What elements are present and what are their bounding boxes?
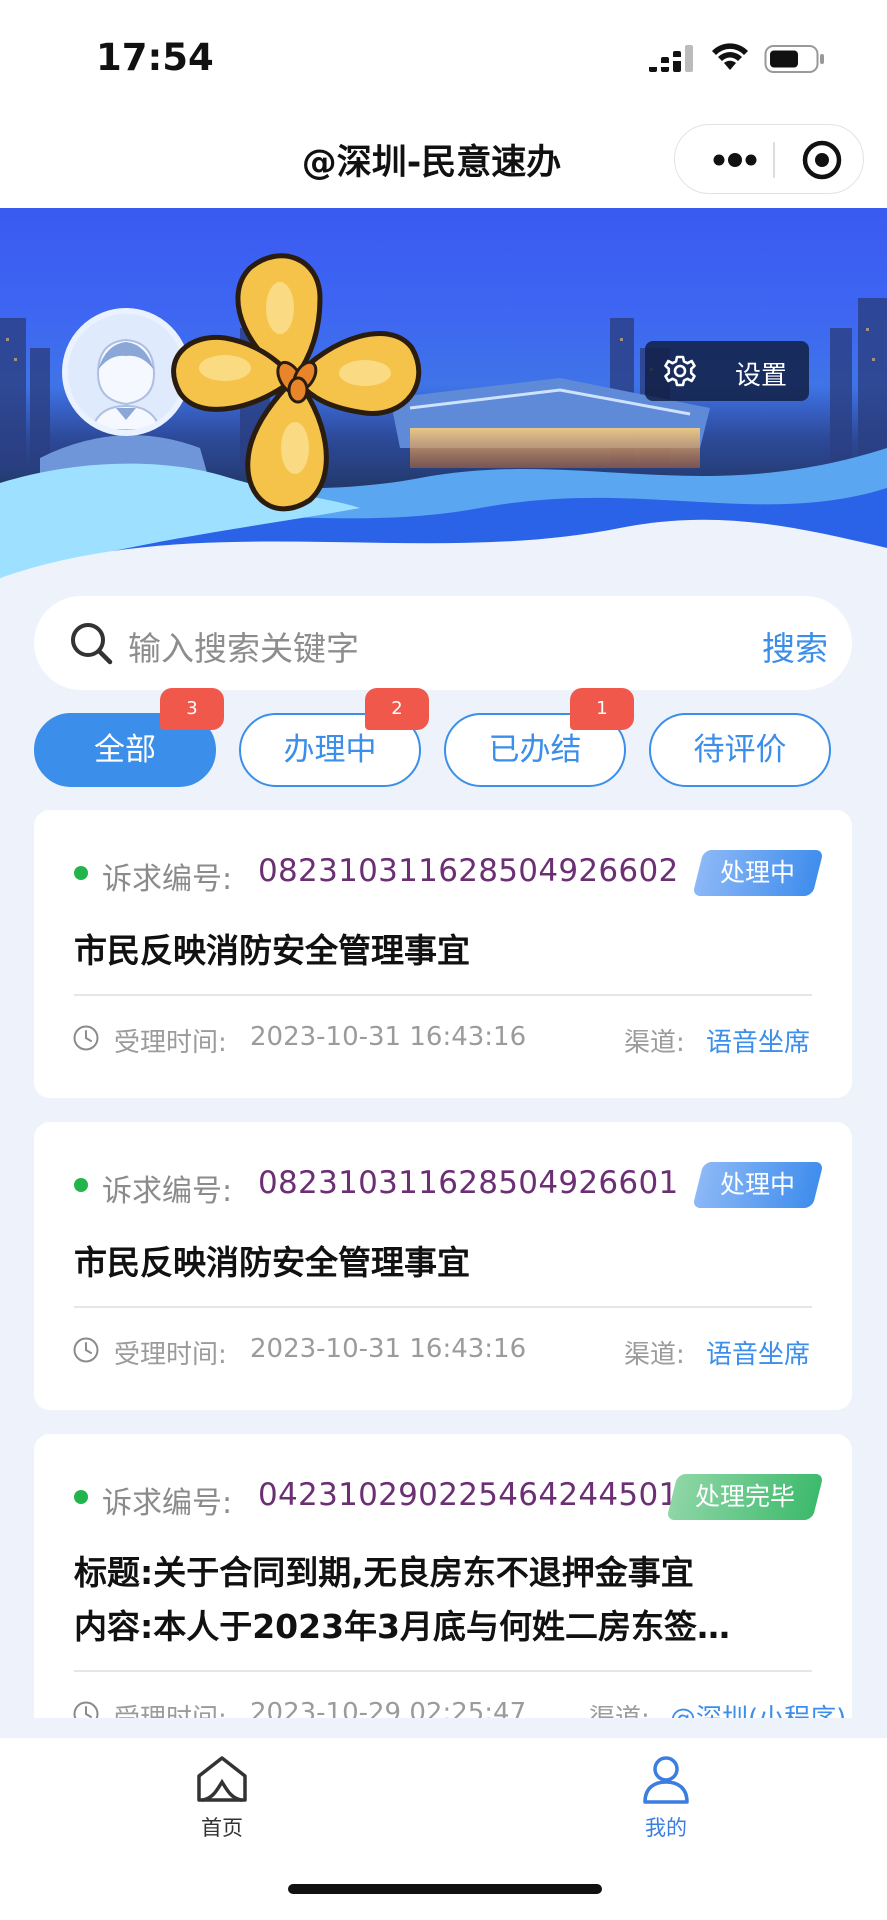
gear-icon xyxy=(664,355,696,387)
capsule-divider xyxy=(773,142,775,178)
clock-icon xyxy=(73,1337,99,1363)
status-badge: 处理完毕 xyxy=(666,1474,824,1520)
home-indicator xyxy=(288,1884,602,1894)
request-card[interactable]: 诉求编号: 08231031162850492660​1 处理中 市民反映消防安… xyxy=(34,1122,852,1410)
tabbar-home-label: 首页 xyxy=(201,1816,243,1840)
search-icon xyxy=(71,623,113,665)
status-badge: 处理中 xyxy=(692,850,824,896)
status-badge: 处理中 xyxy=(692,1162,824,1208)
nav-bar: @深圳-民意速办 xyxy=(0,110,887,208)
settings-label: 设置 xyxy=(735,361,788,391)
request-title: 标题:关于合同到期,无良房东不退押金事宜 xyxy=(74,1553,694,1592)
tabbar-home[interactable]: 首页 xyxy=(142,1754,302,1854)
profile-banner: 设置 xyxy=(0,208,887,578)
search-bar[interactable]: 输入搜索关键字 搜索 xyxy=(34,596,852,690)
request-id-label: 诉求编号: xyxy=(102,862,233,897)
accept-time: 2023-10-31 16:43:16 xyxy=(250,1334,527,1364)
status-dot xyxy=(74,1178,88,1192)
cellular-signal-icon xyxy=(649,45,693,72)
tabbar-mine-label: 我的 xyxy=(645,1816,687,1840)
clock-icon xyxy=(73,1025,99,1051)
channel-label: 渠道: xyxy=(589,1698,650,1718)
card-divider xyxy=(74,1670,812,1672)
accept-time-label: 受理时间: xyxy=(114,1340,227,1370)
channel-value: 语音坐席 xyxy=(706,1340,811,1370)
status-time: 17:54 xyxy=(96,36,214,79)
screen: 17:54 @深圳-民意速办 设置 输入搜索关键字 搜索 全部 办理中 已办结 … xyxy=(0,0,887,1920)
tab-pending-review[interactable]: 待评价 xyxy=(649,713,831,787)
request-id: 04231029022546424450​1 xyxy=(258,1477,679,1513)
status-bar: 17:54 xyxy=(0,0,887,110)
tab-all-count-badge: 3 xyxy=(160,688,224,730)
channel-label: 渠道: xyxy=(624,1340,685,1370)
settings-button[interactable]: 设置 xyxy=(645,341,809,401)
channel-value: 语音坐席 xyxy=(706,1028,811,1058)
channel-label: 渠道: xyxy=(624,1028,685,1058)
request-title: 市民反映消防安全管理事宜 xyxy=(74,1243,470,1282)
more-icon[interactable] xyxy=(705,145,765,175)
status-dot xyxy=(74,866,88,880)
clock-icon xyxy=(73,1701,99,1718)
status-dot xyxy=(74,1490,88,1504)
search-input[interactable]: 输入搜索关键字 xyxy=(128,622,359,670)
accept-time: 2023-10-29 02:25:47 xyxy=(250,1698,527,1718)
request-id-label: 诉求编号: xyxy=(102,1486,233,1521)
request-card[interactable]: 诉求编号: 08231031162850492660​2 处理中 市民反映消防安… xyxy=(34,810,852,1098)
status-badge-label: 处理完毕 xyxy=(694,1482,795,1511)
page-title: @深圳-民意速办 xyxy=(301,143,562,183)
tabbar-mine[interactable]: 我的 xyxy=(586,1754,746,1854)
status-badge-label: 处理中 xyxy=(720,1170,796,1199)
card-divider xyxy=(74,994,812,996)
request-title: 市民反映消防安全管理事宜 xyxy=(74,931,470,970)
accept-time-label: 受理时间: xyxy=(114,1698,227,1718)
flower-sticker xyxy=(171,253,422,512)
user-icon xyxy=(643,1756,689,1804)
close-miniprogram-icon[interactable] xyxy=(801,139,843,181)
request-id: 08231031162850492660​1 xyxy=(258,1165,679,1201)
home-icon xyxy=(197,1756,247,1802)
request-id-label: 诉求编号: xyxy=(102,1174,233,1209)
search-button[interactable]: 搜索 xyxy=(762,622,828,670)
channel-value: @深圳(小程序) xyxy=(670,1698,846,1718)
battery-icon xyxy=(764,45,824,73)
miniprogram-capsule xyxy=(674,124,864,194)
accept-time-label: 受理时间: xyxy=(114,1028,227,1058)
tab-in-progress-count-badge: 2 xyxy=(365,688,429,730)
tab-completed-count-badge: 1 xyxy=(570,688,634,730)
status-badge-label: 处理中 xyxy=(720,858,796,887)
request-content: 内容:本人于2023年3月底与何姓二房东签… xyxy=(74,1607,731,1646)
request-card[interactable]: 诉求编号: 04231029022546424450​1 处理完毕 标题:关于合… xyxy=(34,1434,852,1718)
wifi-icon xyxy=(712,43,748,70)
card-divider xyxy=(74,1306,812,1308)
request-id: 08231031162850492660​2 xyxy=(258,853,679,889)
accept-time: 2023-10-31 16:43:16 xyxy=(250,1022,527,1052)
